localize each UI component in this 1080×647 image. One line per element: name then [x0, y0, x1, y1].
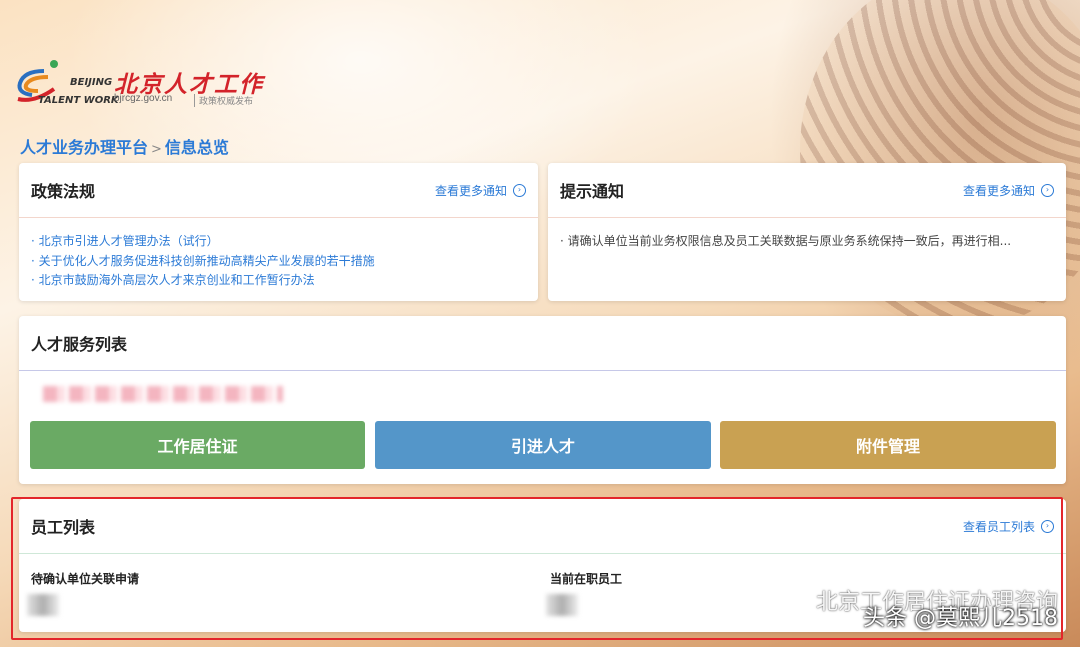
- policy-item-2[interactable]: · 关于优化人才服务促进科技创新推动高精尖产业发展的若干措施: [31, 252, 526, 272]
- notice-card-header: 提示通知 查看更多通知 ›: [548, 163, 1066, 218]
- breadcrumb-current: 信息总览: [164, 138, 229, 157]
- policy-more-link[interactable]: 查看更多通知 ›: [435, 182, 526, 199]
- policy-item-1[interactable]: · 北京市引进人才管理办法（试行）: [31, 232, 526, 252]
- site-logo[interactable]: BEIJING TALENT WORK 北京人才工作 bjrcgz.gov.cn…: [14, 55, 274, 110]
- breadcrumb-separator: >: [151, 142, 162, 157]
- service-card: 人才服务列表 工作居住证 引进人才 附件管理: [19, 316, 1066, 484]
- policy-card: 政策法规 查看更多通知 › · 北京市引进人才管理办法（试行） · 关于优化人才…: [19, 163, 538, 301]
- wechat-icon: [783, 590, 810, 610]
- talent-introduction-label: 引进人才: [510, 437, 575, 456]
- blurred-company-info: [43, 386, 283, 402]
- chevron-right-circle-icon: ›: [513, 183, 526, 197]
- chevron-right-circle-icon: ›: [1041, 183, 1054, 197]
- logo-url: bjrcgz.gov.cn: [114, 93, 173, 104]
- breadcrumb-root-link[interactable]: 人才业务办理平台: [20, 138, 148, 157]
- work-residence-permit-label: 工作居住证: [157, 437, 238, 456]
- breadcrumb: 人才业务办理平台 > 信息总览: [20, 134, 229, 158]
- notice-card-title: 提示通知: [560, 182, 625, 201]
- notice-item-1[interactable]: · 请确认单位当前业务权限信息及员工关联数据与原业务系统保持一致后，再进行相..…: [548, 218, 1066, 251]
- policy-card-title: 政策法规: [31, 182, 96, 201]
- notice-more-label: 查看更多通知: [962, 183, 1035, 198]
- policy-list: · 北京市引进人才管理办法（试行） · 关于优化人才服务促进科技创新推动高精尖产…: [19, 218, 538, 291]
- logo-text-talent-work: TALENT WORK: [38, 95, 119, 106]
- policy-more-label: 查看更多通知: [434, 183, 507, 198]
- talent-introduction-button[interactable]: 引进人才: [375, 421, 711, 469]
- service-card-header: 人才服务列表: [19, 316, 1066, 371]
- notice-more-link[interactable]: 查看更多通知 ›: [963, 182, 1054, 199]
- work-residence-permit-button[interactable]: 工作居住证: [30, 421, 365, 469]
- policy-item-3[interactable]: · 北京市鼓励海外高层次人才来京创业和工作暂行办法: [31, 271, 526, 291]
- logo-text-beijing: BEIJING: [70, 77, 113, 88]
- notice-card: 提示通知 查看更多通知 › · 请确认单位当前业务权限信息及员工关联数据与原业务…: [548, 163, 1066, 301]
- policy-card-header: 政策法规 查看更多通知 ›: [19, 163, 538, 218]
- service-card-title: 人才服务列表: [31, 335, 128, 354]
- watermark-author: 头条 @莫熙儿2518: [863, 606, 1058, 631]
- attachment-management-button[interactable]: 附件管理: [720, 421, 1056, 469]
- attachment-management-label: 附件管理: [855, 437, 920, 456]
- logo-tagline: 政策权威发布: [194, 94, 253, 107]
